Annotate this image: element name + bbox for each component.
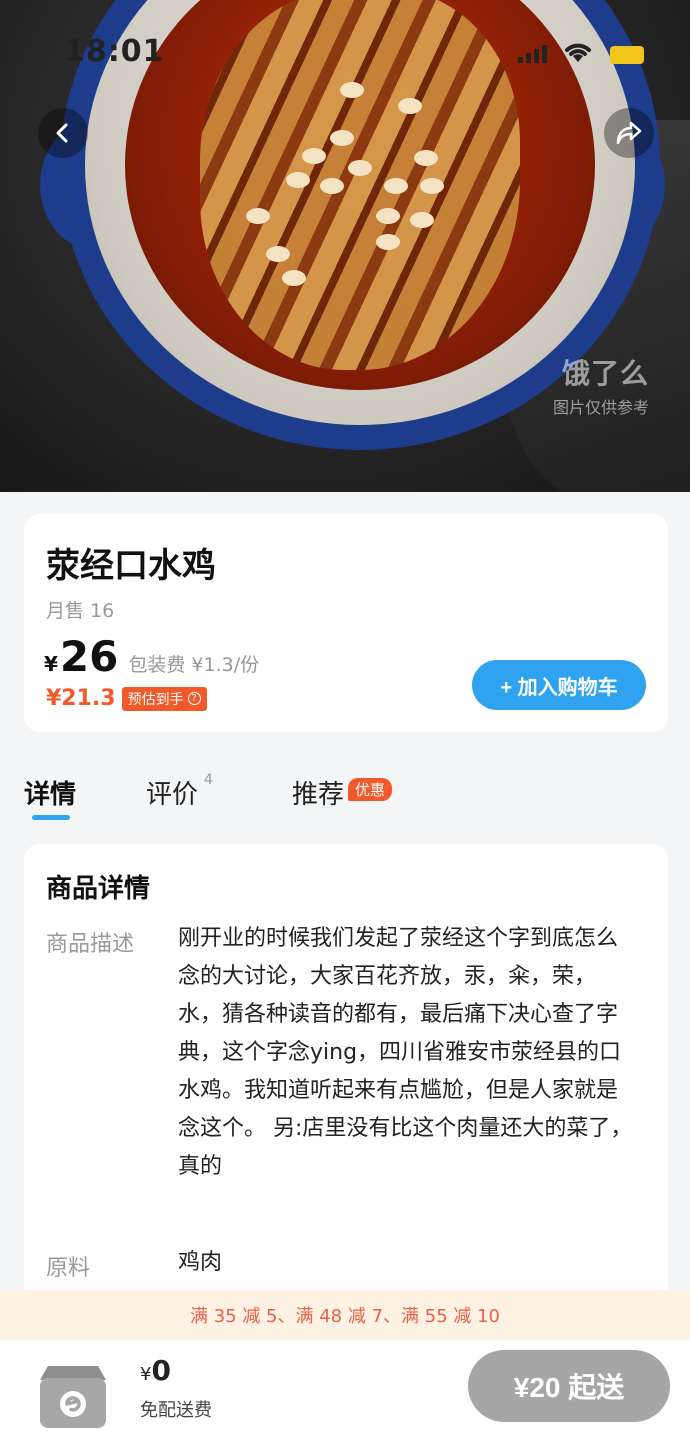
tab-bar: 详情 评价 4 推荐 优惠 xyxy=(0,760,690,830)
wifi-icon xyxy=(562,40,594,68)
cart-icon[interactable] xyxy=(32,1352,112,1432)
peanut xyxy=(384,178,408,194)
product-name: 荥经口水鸡 xyxy=(46,546,216,586)
signal-icon xyxy=(518,44,550,63)
tab-recommend[interactable]: 推荐 优惠 xyxy=(292,774,393,811)
product-detail-card: 商品详情 商品描述 刚开业的时候我们发起了荥经这个字到底怎么念的大讨论，大家百花… xyxy=(24,844,668,1314)
tab-label: 评价 xyxy=(146,780,199,810)
watermark-brand: 饿了么 xyxy=(562,357,650,390)
battery-icon xyxy=(610,46,644,64)
back-button[interactable] xyxy=(38,108,88,158)
estimated-label: 预估到手 xyxy=(127,691,184,708)
description-text: 刚开业的时候我们发起了荥经这个字到底怎么念的大讨论，大家百花齐放，汞，籴，荣，水… xyxy=(178,926,633,1179)
add-to-cart-button[interactable]: + 加入购物车 xyxy=(472,660,646,710)
watermark-note: 图片仅供参考 xyxy=(553,398,650,417)
peanut xyxy=(282,270,306,286)
currency-symbol: ¥ xyxy=(44,652,58,676)
cart-total: ¥ 0 xyxy=(140,1354,171,1387)
question-icon: ? xyxy=(187,692,201,705)
estimated-price-row: ¥21.3 预估到手 ? xyxy=(46,686,207,711)
share-icon xyxy=(616,121,642,145)
price-row: ¥ 26 包装费 ¥1.3/份 xyxy=(44,632,259,681)
review-count: 4 xyxy=(204,772,213,788)
chevron-left-icon xyxy=(56,123,68,143)
description-label: 商品描述 xyxy=(46,932,135,957)
checkout-button[interactable]: ¥20 起送 xyxy=(468,1350,670,1422)
peanut xyxy=(302,148,326,164)
tab-reviews[interactable]: 评价 4 xyxy=(146,772,213,811)
product-info-card: 荥经口水鸡 月售 16 ¥ 26 包装费 ¥1.3/份 ¥21.3 预估到手 ?… xyxy=(24,514,668,732)
tab-label: 推荐 xyxy=(292,780,345,810)
active-tab-indicator xyxy=(32,815,70,820)
peanut xyxy=(376,234,400,250)
estimated-price: ¥21.3 xyxy=(46,686,116,711)
status-bar: 18:01 xyxy=(0,0,690,100)
ingredients-label: 原料 xyxy=(46,1256,91,1281)
peanut xyxy=(398,98,422,114)
peanut xyxy=(420,178,444,194)
peanut xyxy=(330,130,354,146)
peanut xyxy=(376,208,400,224)
monthly-sales: 月售 16 xyxy=(46,600,115,622)
peanut xyxy=(266,246,290,262)
share-button[interactable] xyxy=(604,108,654,158)
estimated-badge[interactable]: 预估到手 ? xyxy=(121,686,207,711)
peanut xyxy=(246,208,270,224)
bottom-bar: ¥ 0 免配送费 ¥20 起送 xyxy=(0,1340,690,1443)
peanut xyxy=(410,212,434,228)
peanut xyxy=(320,178,344,194)
tab-label: 详情 xyxy=(24,780,77,810)
ingredients-value: 鸡肉 xyxy=(178,1250,223,1275)
packing-fee: 包装费 ¥1.3/份 xyxy=(128,654,260,676)
peanut xyxy=(348,160,372,176)
peanut xyxy=(414,150,438,166)
cart-currency: ¥ xyxy=(140,1364,152,1385)
peanut xyxy=(286,172,310,188)
product-price: 26 xyxy=(59,632,119,681)
detail-title: 商品详情 xyxy=(46,874,151,904)
tab-details[interactable]: 详情 xyxy=(24,774,76,811)
watermark: 饿了么 图片仅供参考 xyxy=(553,352,649,418)
delivery-fee: 免配送费 xyxy=(140,1400,212,1421)
discount-bar: 满 35 减 5、满 48 减 7、满 55 减 10 xyxy=(0,1290,690,1340)
discount-badge: 优惠 xyxy=(348,778,393,801)
status-time: 18:01 xyxy=(64,34,165,69)
cart-amount: 0 xyxy=(151,1354,171,1387)
